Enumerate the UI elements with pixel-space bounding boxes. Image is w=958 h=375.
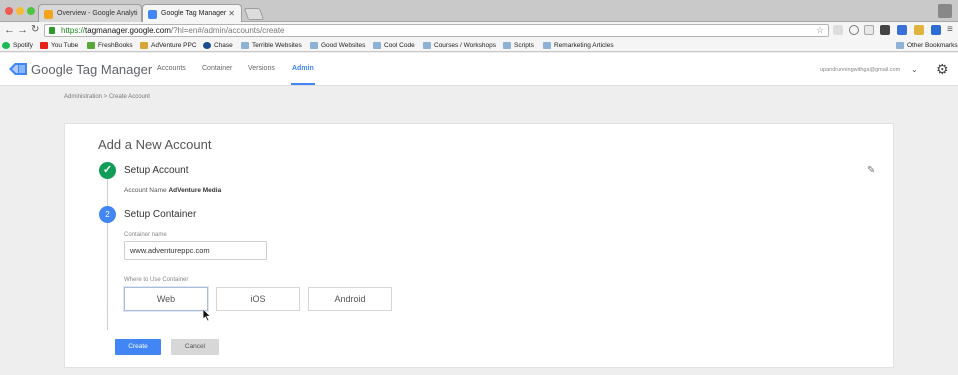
freshbooks-icon: [87, 42, 95, 49]
new-tab-button[interactable]: [243, 8, 265, 20]
youtube-icon: [40, 42, 48, 49]
bookmark-label: Courses / Workshops: [434, 42, 497, 49]
tab-title: Overview - Google Analyti: [57, 10, 138, 17]
tab-google-tag-manager[interactable]: Google Tag Manager ✕: [142, 4, 242, 23]
tab-title: Google Tag Manager: [161, 10, 227, 17]
gear-icon[interactable]: ⚙: [936, 62, 949, 76]
pencil-icon: [140, 42, 148, 49]
bookmark-youtube[interactable]: You Tube: [40, 41, 78, 50]
account-name-summary: Account Name AdVenture Media: [124, 187, 221, 194]
app-header: Google Tag Manager Accounts Container Ve…: [0, 53, 958, 86]
zoom-window-button[interactable]: [27, 7, 35, 15]
bookmark-label: Scripts: [514, 42, 534, 49]
close-window-button[interactable]: [5, 7, 13, 15]
nav-container[interactable]: Container: [202, 65, 232, 72]
chase-icon: [203, 42, 211, 49]
google-analytics-icon: [44, 10, 53, 19]
bookmark-adventure-ppc[interactable]: AdVenture PPC: [140, 41, 197, 50]
nav-accounts[interactable]: Accounts: [157, 65, 186, 72]
bookmark-good-websites[interactable]: Good Websites: [310, 41, 365, 50]
account-name-label: Account Name: [124, 187, 167, 194]
tab-google-analytics[interactable]: Overview - Google Analyti: [38, 4, 142, 22]
cast-icon[interactable]: [833, 25, 843, 35]
create-button[interactable]: Create: [115, 339, 161, 355]
url-scheme: https://: [61, 26, 86, 35]
bookmark-courses-workshops[interactable]: Courses / Workshops: [423, 41, 496, 50]
extension-icon[interactable]: [897, 25, 907, 35]
account-name-value: AdVenture Media: [168, 187, 222, 194]
platform-ios-option[interactable]: iOS: [216, 287, 300, 311]
folder-icon: [543, 42, 551, 49]
tag-manager-logo-icon: [9, 63, 27, 75]
folder-icon: [373, 42, 381, 49]
container-name-label: Container name: [124, 232, 167, 238]
bookmark-remarketing-articles[interactable]: Remarketing Articles: [543, 41, 614, 50]
folder-icon: [241, 42, 249, 49]
stepper-line: [107, 178, 108, 330]
chevron-down-icon[interactable]: ⌄: [911, 65, 918, 74]
platform-android-option[interactable]: Android: [308, 287, 392, 311]
mouse-pointer-icon: [203, 309, 212, 322]
back-icon[interactable]: ←: [4, 23, 15, 37]
bookmark-label: Terrible Websites: [252, 42, 302, 49]
forward-icon[interactable]: →: [17, 23, 28, 37]
bookmark-spotify[interactable]: Spotify: [2, 41, 33, 50]
spotify-icon: [2, 42, 10, 49]
folder-icon: [896, 42, 904, 49]
folder-icon: [503, 42, 511, 49]
address-bar[interactable]: https://tagmanager.google.com/?hl=en#/ad…: [44, 24, 829, 37]
nav-admin[interactable]: Admin: [292, 65, 314, 72]
step-setup-container-title: Setup Container: [124, 209, 197, 220]
active-nav-indicator: [291, 83, 315, 85]
bookmark-label: Other Bookmarks: [907, 42, 958, 49]
bookmark-label: AdVenture PPC: [151, 42, 197, 49]
bookmark-chase[interactable]: Chase: [203, 41, 233, 50]
check-icon: ✓: [99, 162, 116, 179]
step-setup-account-title: Setup Account: [124, 165, 189, 176]
where-to-use-label: Where to Use Container: [124, 277, 189, 283]
breadcrumb: Administration > Create Account: [64, 94, 150, 100]
platform-web-option[interactable]: Web: [124, 287, 208, 311]
tag-manager-icon: [148, 10, 157, 19]
bookmark-other-bookmarks[interactable]: Other Bookmarks: [896, 41, 958, 50]
container-name-input[interactable]: [124, 241, 267, 260]
extension-icon[interactable]: [914, 25, 924, 35]
bookmark-cool-code[interactable]: Cool Code: [373, 41, 415, 50]
bookmark-label: Good Websites: [321, 42, 366, 49]
calendar-icon[interactable]: [864, 25, 874, 35]
account-email[interactable]: upandrunningwithga@gmail.com: [820, 67, 900, 73]
pocket-icon[interactable]: [880, 25, 890, 35]
url-host: tagmanager.google.com: [85, 26, 171, 35]
step-number-badge: 2: [99, 206, 116, 223]
nav-versions[interactable]: Versions: [248, 65, 275, 72]
bookmarks-bar: Spotify You Tube FreshBooks AdVenture PP…: [0, 39, 958, 52]
page-title: Add a New Account: [98, 137, 212, 152]
profile-icon[interactable]: [938, 4, 952, 18]
browser-tab-strip: Overview - Google Analyti Google Tag Man…: [0, 0, 958, 23]
bookmark-freshbooks[interactable]: FreshBooks: [87, 41, 133, 50]
star-icon[interactable]: ☆: [815, 25, 825, 35]
cancel-button[interactable]: Cancel: [171, 339, 219, 355]
folder-icon: [423, 42, 431, 49]
url-path: /?hl=en#/admin/accounts/create: [170, 26, 285, 35]
bookmark-label: Spotify: [13, 42, 33, 49]
bookmark-terrible-websites[interactable]: Terrible Websites: [241, 41, 302, 50]
bookmark-scripts[interactable]: Scripts: [503, 41, 534, 50]
bookmark-label: You Tube: [51, 42, 79, 49]
reload-icon[interactable]: ↻: [31, 23, 39, 37]
tag-assistant-icon[interactable]: [931, 25, 941, 35]
menu-icon[interactable]: ≡: [947, 23, 953, 37]
lock-icon: [49, 27, 55, 34]
bookmark-label: Cool Code: [384, 42, 415, 49]
bookmark-label: FreshBooks: [98, 42, 133, 49]
edit-pencil-icon[interactable]: ✎: [867, 165, 875, 176]
bookmark-label: Chase: [214, 42, 233, 49]
bookmark-label: Remarketing Articles: [554, 42, 614, 49]
browser-toolbar: ← → ↻ https://tagmanager.google.com/?hl=…: [0, 22, 958, 39]
folder-icon: [310, 42, 318, 49]
minimize-window-button[interactable]: [16, 7, 24, 15]
info-icon[interactable]: [849, 25, 859, 35]
close-tab-icon[interactable]: ✕: [228, 9, 235, 18]
app-brand: Google Tag Manager: [31, 62, 153, 77]
